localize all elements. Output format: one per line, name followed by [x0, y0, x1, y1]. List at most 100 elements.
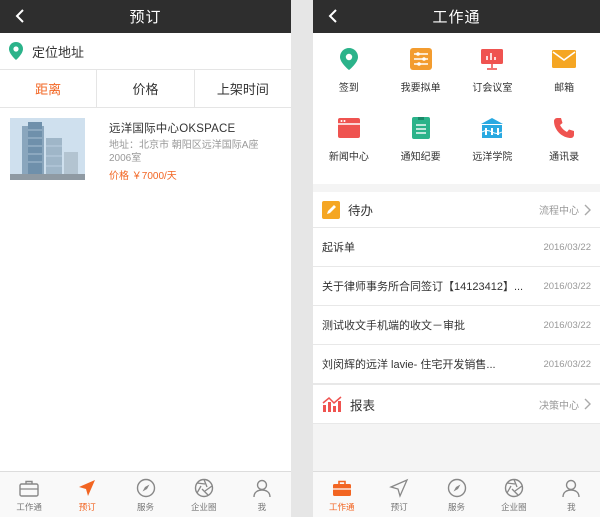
grid-item-draft[interactable]: 我要拟单 [385, 47, 457, 114]
send-icon [388, 477, 410, 499]
grid-item-contacts[interactable]: 通讯录 [528, 116, 600, 183]
phone-icon [552, 116, 576, 140]
tab-label: 企业圈 [501, 501, 527, 512]
decision-center-link[interactable]: 决策中心 [539, 397, 591, 412]
list-item[interactable]: 远洋国际中心OKSPACE 地址：北京市 朝阳区远洋国际A座2006室 价格 ￥… [0, 108, 291, 184]
chevron-right-icon [584, 398, 591, 410]
todo-item-title: 起诉单 [322, 242, 355, 254]
todo-item-title: 刘闵辉的远洋 lavie- 住宅开发销售... [322, 359, 496, 371]
booking-screen: 预订 定位地址 距离 价格 上架时间 远洋国际中心OKSPACE 地址：北京市 … [0, 0, 291, 517]
aperture-icon [193, 477, 215, 499]
briefcase-icon [331, 477, 353, 499]
todo-item-date: 2016/03/22 [543, 358, 591, 370]
tab-booking[interactable]: 预订 [58, 472, 116, 517]
todo-item-date: 2016/03/22 [543, 280, 591, 292]
tab-label: 我 [567, 501, 576, 512]
grid-item-news[interactable]: 新闻中心 [313, 116, 385, 183]
todo-header[interactable]: 待办 流程中心 [313, 192, 600, 228]
back-button[interactable] [10, 6, 30, 26]
grid-label: 通知纪要 [400, 151, 441, 163]
tab-label: 工作通 [328, 501, 355, 512]
todo-item[interactable]: 关于律师事务所合同签订【14123412】... 2016/03/22 [313, 267, 600, 306]
tab-price[interactable]: 价格 [97, 70, 195, 107]
page-title: 预订 [129, 9, 162, 26]
report-header[interactable]: 报表 决策中心 [313, 384, 600, 424]
todo-item[interactable]: 刘闵辉的远洋 lavie- 住宅开发销售... 2016/03/22 [313, 345, 600, 384]
location-label: 定位地址 [32, 44, 85, 60]
process-center-label: 流程中心 [539, 206, 579, 217]
person-icon [560, 477, 582, 499]
mail-icon [552, 47, 577, 71]
person-icon [251, 477, 273, 499]
presentation-board-icon [480, 47, 504, 71]
tab-workbench[interactable]: 工作通 [0, 472, 58, 517]
tab-distance[interactable]: 距离 [0, 70, 98, 107]
tab-enterprise-circle[interactable]: 企业圈 [175, 472, 233, 517]
grid-label: 通讯录 [549, 151, 580, 163]
chevron-right-icon [584, 204, 591, 216]
location-row[interactable]: 定位地址 [0, 33, 291, 70]
sliders-icon [409, 47, 433, 71]
grid-label: 我要拟单 [400, 83, 441, 94]
report-title: 报表 [350, 398, 376, 413]
tab-label: 服务 [137, 501, 155, 512]
sort-tabs: 距离 价格 上架时间 [0, 70, 291, 108]
grid-item-mail[interactable]: 邮箱 [528, 47, 600, 114]
tab-service[interactable]: 服务 [116, 472, 174, 517]
function-grid: 签到 我要拟单 订会议室 邮箱 新闻中心 通知纪要 远洋学院 通讯录 [313, 33, 600, 184]
chevron-left-icon [328, 9, 337, 23]
grid-label: 订会议室 [472, 83, 513, 94]
tab-label: 我 [257, 501, 267, 512]
tab-me[interactable]: 我 [233, 472, 291, 517]
building-photo [10, 118, 85, 180]
tab-booking[interactable]: 预订 [370, 472, 427, 517]
bottom-tab-bar: 工作通 预订 服务 企业圈 我 [0, 471, 291, 517]
bottom-tab-bar: 工作通 预订 服务 企业圈 我 [313, 471, 600, 517]
todo-item-title: 关于律师事务所合同签订【14123412】... [322, 281, 524, 293]
browser-window-icon [337, 116, 361, 140]
grid-item-notice[interactable]: 通知纪要 [385, 116, 457, 183]
aperture-icon [503, 477, 525, 499]
todo-item-date: 2016/03/22 [543, 319, 591, 331]
listing-address: 地址：北京市 朝阳区远洋国际A座2006室 [109, 140, 259, 164]
listing-price: 价格 ￥7000/天 [109, 171, 177, 182]
todo-item-title: 测试收文手机端的收文－审批 [322, 320, 465, 332]
workbench-screen: 工作通 签到 我要拟单 订会议室 邮箱 新闻中心 通知纪要 远洋学院 通讯录 待… [313, 0, 600, 517]
send-icon [76, 477, 98, 499]
grid-item-academy[interactable]: 远洋学院 [457, 116, 529, 183]
back-button[interactable] [323, 6, 343, 26]
tab-workbench[interactable]: 工作通 [313, 472, 370, 517]
process-center-link[interactable]: 流程中心 [539, 202, 591, 217]
tab-label: 工作通 [16, 501, 42, 512]
page-title: 工作通 [432, 9, 481, 26]
compass-icon [135, 477, 157, 499]
chevron-left-icon [15, 9, 24, 23]
navigation-bar: 预订 [0, 0, 291, 33]
school-building-icon [480, 116, 504, 140]
grid-label: 签到 [338, 83, 359, 94]
tab-listing-time[interactable]: 上架时间 [195, 70, 291, 107]
tab-service[interactable]: 服务 [428, 472, 485, 517]
tab-label: 企业圈 [190, 501, 217, 512]
todo-title: 待办 [348, 204, 374, 218]
compass-icon [446, 477, 468, 499]
location-pin-icon [337, 47, 361, 71]
tab-label: 服务 [448, 501, 466, 512]
document-icon [409, 116, 433, 140]
grid-item-meeting-room[interactable]: 订会议室 [457, 47, 529, 114]
tab-label: 预订 [390, 501, 408, 512]
tab-enterprise-circle[interactable]: 企业圈 [485, 472, 542, 517]
todo-item[interactable]: 测试收文手机端的收文－审批 2016/03/22 [313, 306, 600, 345]
tab-label: 预订 [78, 501, 96, 512]
briefcase-icon [18, 477, 40, 499]
chart-icon [322, 396, 342, 412]
listing-name: 远洋国际中心OKSPACE [109, 123, 236, 135]
edit-icon [322, 200, 340, 219]
grid-label: 远洋学院 [472, 151, 513, 163]
tab-me[interactable]: 我 [543, 472, 600, 517]
navigation-bar: 工作通 [313, 0, 600, 33]
grid-label: 邮箱 [554, 83, 575, 94]
decision-center-label: 决策中心 [539, 400, 579, 412]
grid-item-checkin[interactable]: 签到 [313, 47, 385, 114]
todo-item[interactable]: 起诉单 2016/03/22 [313, 228, 600, 267]
